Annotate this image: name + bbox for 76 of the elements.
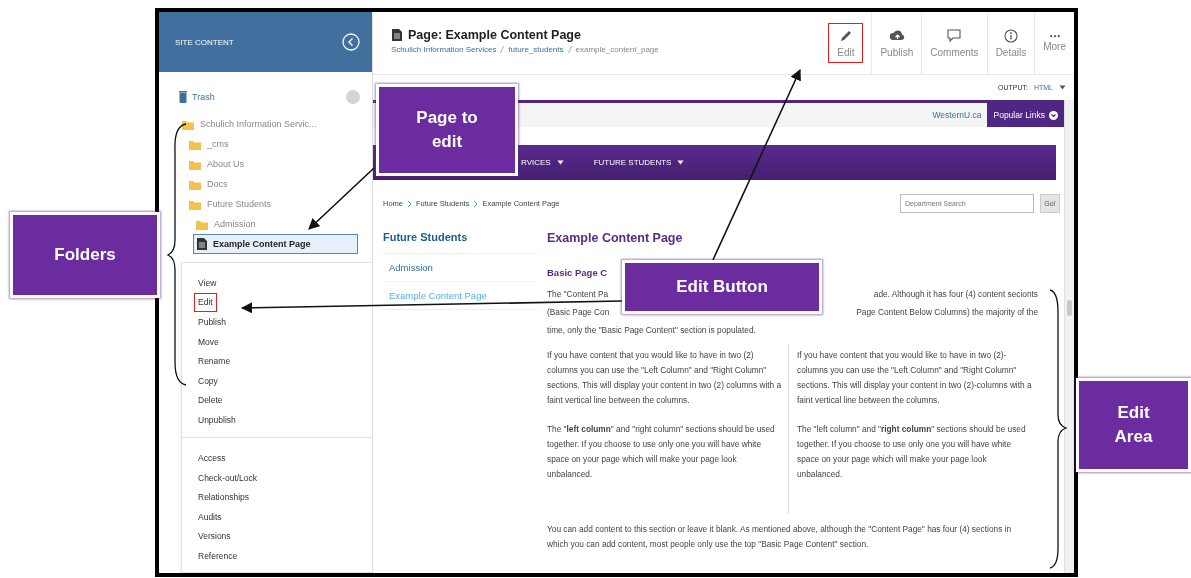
info-icon <box>1002 28 1019 44</box>
menu-item[interactable]: Check-out/Lock <box>194 467 262 487</box>
caret-icon <box>677 160 685 165</box>
folder-icon <box>189 178 201 190</box>
nav-item[interactable]: RVICES <box>521 158 564 167</box>
speech-bubble-icon <box>946 28 963 44</box>
chevron-down-icon <box>1049 110 1058 120</box>
menu-item[interactable]: Unpublish <box>194 409 240 429</box>
callout-label: Page to edit <box>376 84 518 176</box>
slash-icon <box>565 45 574 54</box>
side-nav-link[interactable]: Admission <box>383 254 537 282</box>
page-title: Page: Example Content Page <box>408 28 581 42</box>
breadcrumb-link[interactable]: Schulich Information Services <box>391 45 497 54</box>
paragraph: If you have content that you would like to have in two (2) columns you can use the "Left Column" and "Right Column" sections. This will display your content in two (2) columns with a faint vertical line between the columns. <box>547 349 782 407</box>
tree-item[interactable]: Example Content Page <box>193 234 358 254</box>
menu-item[interactable]: Publish <box>194 312 230 332</box>
menu-item[interactable]: Versions <box>194 526 235 546</box>
menu-item[interactable]: Relationships <box>194 487 254 507</box>
folder-icon <box>196 218 208 230</box>
menu-item[interactable]: Audits <box>194 506 226 526</box>
trash-link[interactable]: Trash <box>179 91 215 103</box>
popular-links-button[interactable]: Popular Links <box>987 103 1064 127</box>
tree-item[interactable]: Schulich Information Servic... <box>179 114 358 134</box>
menu-item[interactable]: Move <box>194 331 223 351</box>
menu-item[interactable]: Access <box>194 448 230 468</box>
menu-item[interactable]: Delete <box>194 390 227 410</box>
page-icon <box>196 238 207 250</box>
body-text: (Basic Page Con <box>547 306 610 319</box>
folder-icon <box>182 118 194 130</box>
page-icon <box>391 29 402 41</box>
nav-item[interactable]: FUTURE STUDENTS <box>593 158 685 167</box>
folder-icon <box>189 158 201 170</box>
menu-item[interactable]: Edit <box>194 292 217 312</box>
body-text: The "Content Pa <box>547 288 609 301</box>
chevron-left-icon <box>342 33 360 51</box>
body-text: time, only the "Basic Page Content" section is populated. <box>547 324 756 337</box>
ellipsis-icon <box>1049 34 1060 38</box>
tree-item[interactable]: Docs <box>186 174 358 194</box>
paragraph: You can add content to this section or leave it blank. As mentioned above, although the "Content Page" has four (4) sections in which you can add content, most people only use the top "Basic Page Content" section. <box>547 523 1013 551</box>
chevron-right-icon <box>406 199 413 208</box>
menu-item[interactable]: Rename <box>194 351 235 371</box>
chevron-right-icon <box>472 199 480 208</box>
callout-label: Edit Button <box>622 260 822 314</box>
folder-icon <box>189 198 201 210</box>
tree-item[interactable]: Future Students <box>186 194 358 214</box>
scrollbar-thumb[interactable] <box>1067 300 1072 316</box>
menu-item[interactable]: Copy <box>194 370 222 390</box>
toolbar-button[interactable]: Edit <box>828 23 864 63</box>
paragraph: If you have content that you would like to have in two (2)-columns you can use the "Left Column" and "Right Column" sections. This will display your content in two (2)-columns with a faint vertical line between the columns. <box>797 349 1032 407</box>
caret-icon <box>1059 85 1066 90</box>
body-text: ade. Although it has four (4) content secionts <box>873 288 1038 301</box>
site-link[interactable]: WesternU.ca <box>932 110 982 120</box>
trash-icon <box>179 91 187 103</box>
section-title: Future Students <box>383 231 537 254</box>
arrow <box>308 167 375 230</box>
menu-item[interactable]: View <box>194 273 221 293</box>
tree-item[interactable]: Admission <box>193 214 358 234</box>
section-heading: Basic Page C <box>547 267 608 278</box>
caret-icon <box>556 160 564 165</box>
breadcrumb-link[interactable]: future_students <box>508 45 564 54</box>
collapse-button[interactable] <box>342 33 360 51</box>
callout-label: Edit Area <box>1076 378 1191 472</box>
slash-icon <box>498 45 507 54</box>
breadcrumb-text: example_content_page <box>575 45 659 54</box>
sidebar-title: SITE CONTENT <box>175 37 234 47</box>
menu-item[interactable]: Reference <box>194 545 242 565</box>
badge-icon <box>346 90 360 104</box>
tree-item[interactable]: About Us <box>186 154 358 174</box>
page-heading: Example Content Page <box>547 231 684 245</box>
callout-label: Folders <box>10 212 160 298</box>
tree-item[interactable]: _cms <box>186 134 358 154</box>
folder-icon <box>189 138 201 150</box>
paragraph: The "left column" and "right column" sections should be used together. If you choose to use only one you will have white space on your page which will make your page look unbalanced. <box>797 423 1027 481</box>
scrollbar[interactable] <box>1064 100 1074 573</box>
body-text: Page Content Below Columns) the majority of the <box>856 306 1038 319</box>
paragraph: The "left column" and "right column" sections should be used together. If you choose to use only one you will have white space on your page which will make your page look unbalanced. <box>547 423 776 481</box>
